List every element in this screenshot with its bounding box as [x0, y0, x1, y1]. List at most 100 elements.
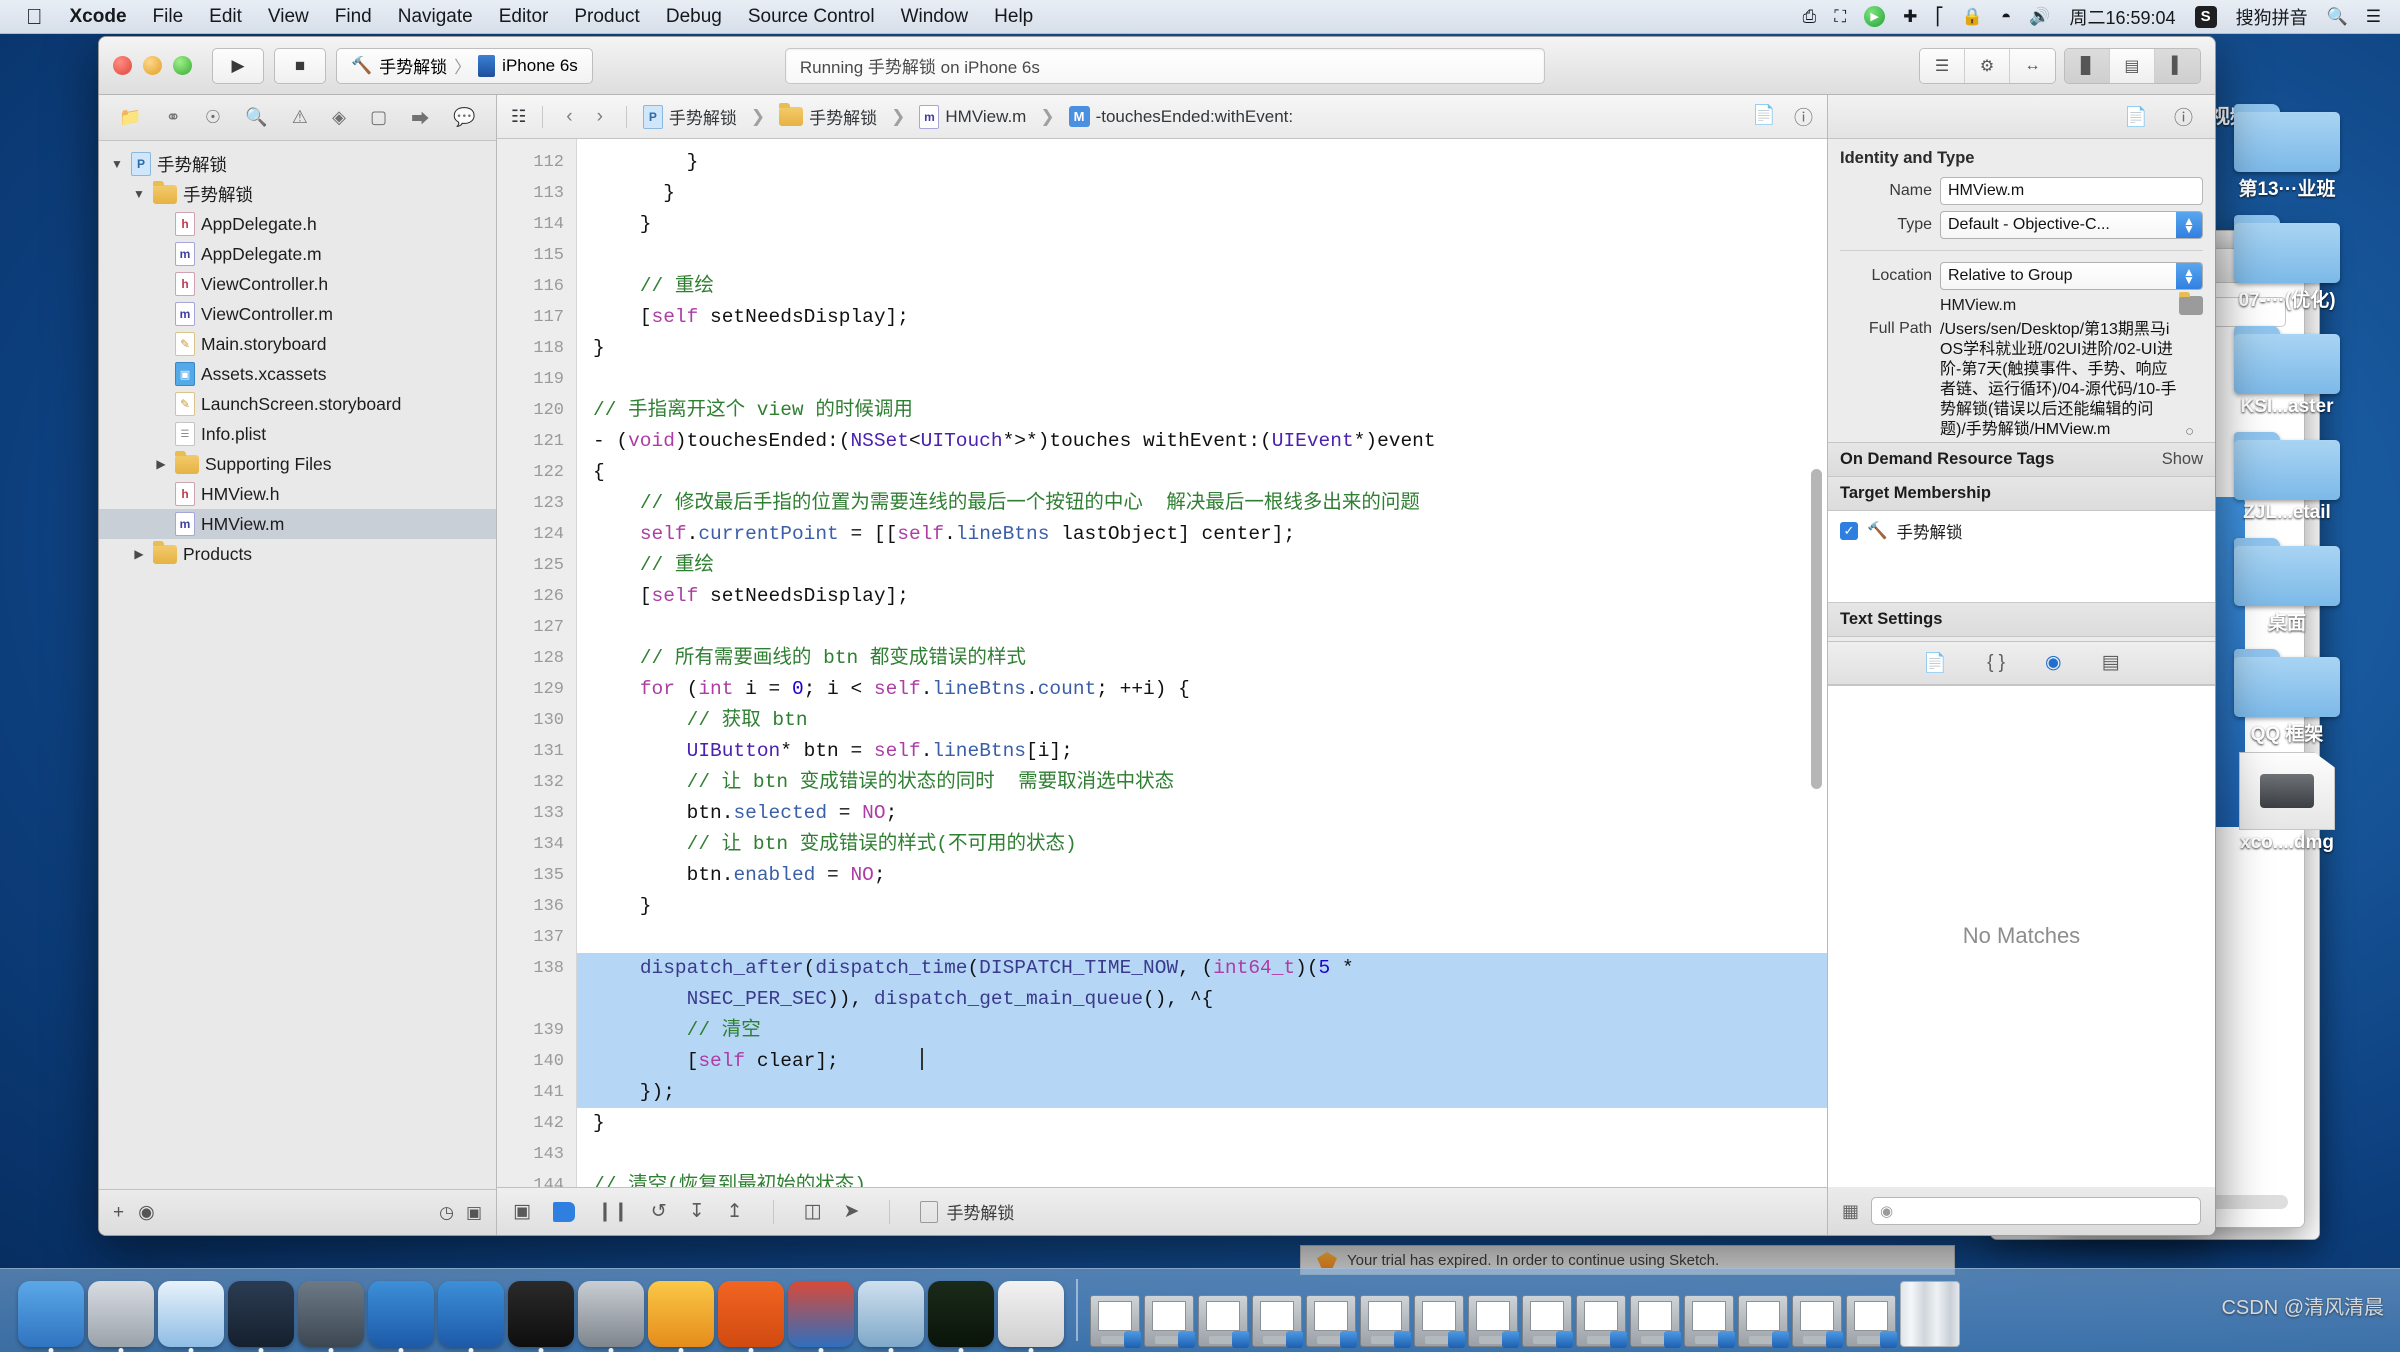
airplay-icon[interactable]: ⎙	[1794, 7, 1826, 27]
list-icon[interactable]: ☰	[2357, 7, 2390, 27]
minimized-window[interactable]	[1252, 1295, 1302, 1347]
view-toggle-segments[interactable]: ▊ ▤ ▌	[2064, 48, 2201, 84]
tab-report-navigator[interactable]: 💬	[453, 107, 475, 128]
minimized-window[interactable]	[1414, 1295, 1464, 1347]
code-line[interactable]: // 获取 btn	[577, 705, 1827, 736]
tab-symbol-navigator[interactable]: ☉	[205, 107, 221, 128]
system-preferences-icon[interactable]	[578, 1281, 644, 1347]
tab-issue-navigator[interactable]: ⚠	[292, 107, 308, 128]
code-line[interactable]: }	[577, 333, 1827, 364]
code-line[interactable]: for (int i = 0; i < self.lineBtns.count;…	[577, 674, 1827, 705]
step-out-icon[interactable]: ↥	[727, 1200, 743, 1223]
library-filter-input[interactable]: ◉	[1871, 1197, 2201, 1225]
source-editor[interactable]: 1121131141151161171181191201211221231241…	[497, 139, 1827, 1187]
breadcrumb-file[interactable]: m HMView.m	[919, 105, 1026, 129]
breakpoint-icon[interactable]	[553, 1202, 575, 1222]
navigator-row[interactable]: ▼手势解锁	[99, 179, 496, 209]
navigator-row[interactable]: ▶▣Assets.xcassets	[99, 359, 496, 389]
code-line[interactable]: // 让 btn 变成错误的样式(不可用的状态)	[577, 829, 1827, 860]
safari-icon[interactable]	[158, 1281, 224, 1347]
navigator-row[interactable]: ▶☰Info.plist	[99, 419, 496, 449]
add-editor-icon[interactable]: 📄	[1752, 103, 1776, 130]
navigator-row[interactable]: ▶mAppDelegate.m	[99, 239, 496, 269]
navigator-row[interactable]: ▶Supporting Files	[99, 449, 496, 479]
sketch-icon[interactable]	[648, 1281, 714, 1347]
minimized-window[interactable]	[1576, 1295, 1626, 1347]
trash-icon[interactable]	[1900, 1281, 1960, 1347]
minimized-window[interactable]	[1306, 1295, 1356, 1347]
file-template-icon[interactable]: 📄	[1923, 651, 1947, 675]
back-button[interactable]: ‹	[559, 106, 579, 128]
menu-item-view[interactable]: View	[255, 6, 322, 28]
minimized-window[interactable]	[1522, 1295, 1572, 1347]
code-line[interactable]	[577, 612, 1827, 643]
code-line[interactable]	[577, 240, 1827, 271]
breadcrumb-symbol[interactable]: M -touchesEnded:withEvent:	[1069, 106, 1294, 127]
breadcrumb-group[interactable]: 手势解锁	[779, 104, 877, 129]
pause-icon[interactable]: ❙❙	[597, 1200, 629, 1223]
navigator-row[interactable]: ▼P手势解锁	[99, 149, 496, 179]
lock-icon[interactable]: 🔒	[1953, 7, 1992, 27]
bluetooth-icon[interactable]: ⎡	[1926, 7, 1953, 27]
filter-icon[interactable]: ◉	[138, 1201, 155, 1224]
object-library-icon[interactable]: ◉	[2045, 651, 2062, 674]
zoom-button[interactable]	[173, 56, 192, 75]
editor-scrollbar[interactable]	[1811, 469, 1822, 789]
menu-item-help[interactable]: Help	[981, 6, 1046, 28]
navigator-row[interactable]: ▶hViewController.h	[99, 269, 496, 299]
volume-icon[interactable]: 🔊	[2020, 7, 2059, 27]
version-editor-icon[interactable]: ↔	[2010, 49, 2055, 83]
desktop-icon[interactable]: xco....dmg	[2197, 752, 2377, 854]
menu-item-editor[interactable]: Editor	[486, 6, 562, 28]
code-snippet-icon[interactable]: { }	[1987, 652, 2005, 674]
minimized-window[interactable]	[1144, 1295, 1194, 1347]
code-line[interactable]: // 修改最后手指的位置为需要连线的最后一个按钮的中心 解决最后一根线多出来的问…	[577, 488, 1827, 519]
xcode-icon[interactable]	[368, 1281, 434, 1347]
code-line[interactable]: // 重绘	[577, 271, 1827, 302]
navigator-row[interactable]: ▶hHMView.h	[99, 479, 496, 509]
code-line[interactable]: btn.selected = NO;	[577, 798, 1827, 829]
preview-icon[interactable]	[858, 1281, 924, 1347]
terminal-icon[interactable]	[508, 1281, 574, 1347]
input-source-label[interactable]: 搜狗拼音	[2226, 4, 2318, 30]
menu-clock[interactable]: 周二16:59:04	[2060, 4, 2186, 30]
location-icon[interactable]: ➤	[844, 1200, 860, 1223]
code-line[interactable]: NSEC_PER_SEC)), dispatch_get_main_queue(…	[577, 984, 1827, 1015]
desktop-icon[interactable]: 第13···业班	[2197, 96, 2377, 201]
minimized-window[interactable]	[1684, 1295, 1734, 1347]
code-line[interactable]: dispatch_after(dispatch_time(DISPATCH_TI…	[577, 953, 1827, 984]
tab-source-control-navigator[interactable]: ⚭	[166, 107, 181, 128]
minimized-window[interactable]	[1198, 1295, 1248, 1347]
menu-item-xcode[interactable]: Xcode	[57, 6, 140, 28]
run-button[interactable]: ▶	[212, 48, 264, 84]
close-button[interactable]	[113, 56, 132, 75]
code-line[interactable]: {	[577, 457, 1827, 488]
play-circle-icon[interactable]: ▶	[1855, 6, 1894, 27]
navigator-row[interactable]: ▶mViewController.m	[99, 299, 496, 329]
code-line[interactable]: [self setNeedsDisplay];	[577, 581, 1827, 612]
code-line[interactable]	[577, 364, 1827, 395]
caret-right-icon[interactable]: ▶	[131, 547, 147, 561]
search-icon[interactable]: 🔍	[2318, 7, 2357, 27]
assistant-editor-icon[interactable]: ⚙	[1965, 49, 2010, 83]
forward-button[interactable]: ›	[590, 106, 610, 128]
code-line[interactable]: - (void)touchesEnded:(NSSet<UITouch*>*)t…	[577, 426, 1827, 457]
breadcrumb-project[interactable]: P 手势解锁	[643, 104, 737, 129]
minimized-window[interactable]	[1090, 1295, 1140, 1347]
project-navigator-tree[interactable]: ▼P手势解锁▼手势解锁▶hAppDelegate.h▶mAppDelegate.…	[99, 141, 496, 1189]
step-over-icon[interactable]: ↺	[651, 1200, 667, 1223]
menu-item-window[interactable]: Window	[888, 6, 982, 28]
navigator-row[interactable]: ▶✎Main.storyboard	[99, 329, 496, 359]
navigator-row[interactable]: ▶mHMView.m	[99, 509, 496, 539]
minimize-button[interactable]	[143, 56, 162, 75]
code-line[interactable]: // 所有需要画线的 btn 都变成错误的样式	[577, 643, 1827, 674]
tab-debug-navigator[interactable]: ▢	[370, 107, 387, 128]
finder-icon[interactable]	[18, 1281, 84, 1347]
code-line[interactable]: [self setNeedsDisplay];	[577, 302, 1827, 333]
add-button[interactable]: +	[113, 1202, 124, 1224]
navigator-row[interactable]: ▶hAppDelegate.h	[99, 209, 496, 239]
code-line[interactable]: // 重绘	[577, 550, 1827, 581]
minimized-window[interactable]	[1630, 1295, 1680, 1347]
step-into-icon[interactable]: ↧	[689, 1200, 705, 1223]
code-line[interactable]	[577, 922, 1827, 953]
